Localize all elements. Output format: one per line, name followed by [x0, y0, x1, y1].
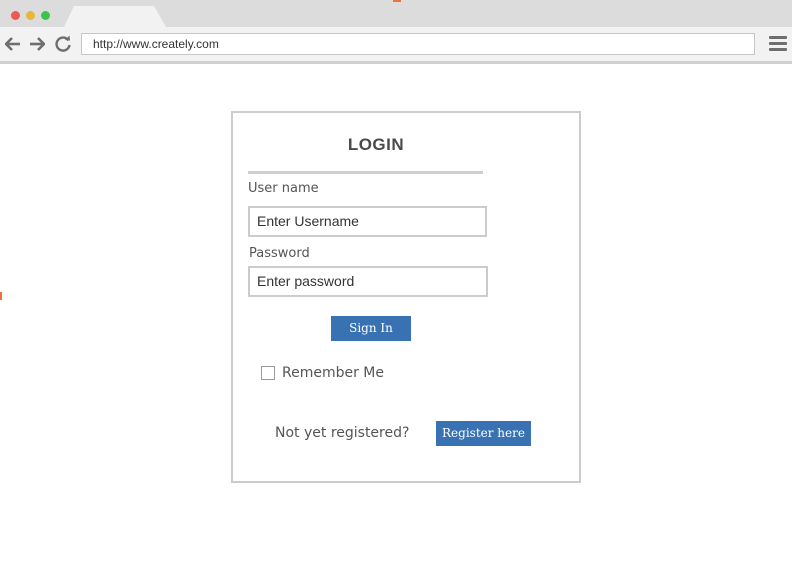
- username-field[interactable]: Enter Username: [248, 206, 487, 237]
- hamburger-menu-icon[interactable]: [768, 34, 788, 54]
- register-button[interactable]: Register here: [436, 421, 531, 446]
- close-window-button[interactable]: [11, 11, 20, 20]
- password-field[interactable]: Enter password: [248, 266, 488, 297]
- menu-bar: [769, 42, 787, 45]
- decorative-mark: [0, 292, 2, 300]
- decorative-mark: [393, 0, 401, 2]
- login-title: LOGIN: [347, 135, 405, 154]
- remember-me-label[interactable]: Remember Me: [282, 365, 384, 381]
- minimize-window-button[interactable]: [26, 11, 35, 20]
- not-registered-text: Not yet registered?: [275, 425, 410, 441]
- reload-button[interactable]: [54, 35, 72, 53]
- maximize-window-button[interactable]: [41, 11, 50, 20]
- arrow-right-icon: [30, 37, 45, 51]
- menu-bar: [769, 36, 787, 39]
- title-divider: [248, 171, 483, 174]
- toolbar-divider: [0, 61, 792, 64]
- password-label: Password: [249, 246, 310, 261]
- back-button[interactable]: [4, 35, 22, 53]
- sign-in-button[interactable]: Sign In: [331, 316, 411, 341]
- browser-tab[interactable]: [64, 6, 166, 27]
- forward-button[interactable]: [28, 35, 46, 53]
- arrow-left-icon: [5, 37, 20, 51]
- address-bar[interactable]: http://www.creately.com: [81, 33, 755, 55]
- reload-icon: [55, 35, 71, 52]
- menu-bar: [769, 48, 787, 51]
- username-label: User name: [248, 181, 319, 196]
- remember-me-checkbox[interactable]: [261, 366, 275, 380]
- page: http://www.creately.com LOGIN User name …: [0, 0, 792, 563]
